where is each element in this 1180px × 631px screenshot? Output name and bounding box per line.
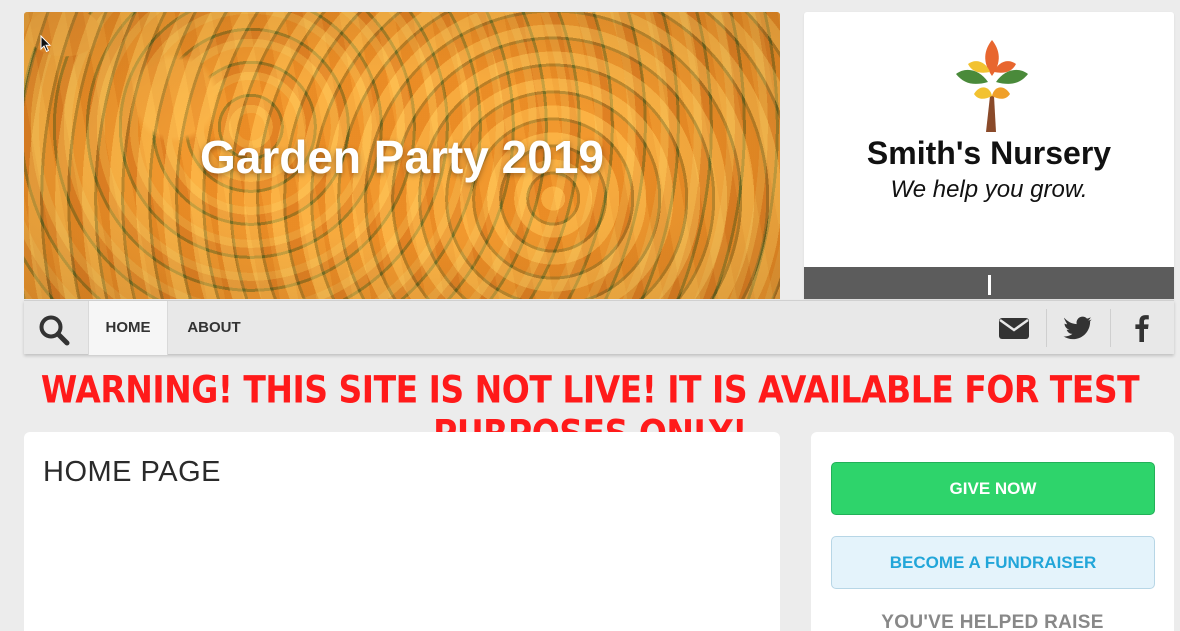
main-content-card: HOME PAGE xyxy=(24,432,780,631)
donation-sidebar: GIVE NOW BECOME A FUNDRAISER YOU'VE HELP… xyxy=(811,432,1174,631)
nav-item-about[interactable]: ABOUT xyxy=(174,301,254,355)
envelope-icon[interactable] xyxy=(998,313,1030,343)
sponsor-tagline: We help you grow. xyxy=(890,176,1088,203)
sponsor-card[interactable]: Smith's Nursery We help you grow. xyxy=(804,12,1174,299)
nav-item-home[interactable]: HOME xyxy=(88,301,168,355)
main-navigation: HOME ABOUT xyxy=(24,300,1174,355)
hero-title: Garden Party 2019 xyxy=(199,131,604,183)
facebook-icon[interactable] xyxy=(1126,313,1158,343)
helped-raise-heading: YOU'VE HELPED RAISE xyxy=(881,612,1104,631)
sponsor-name: Smith's Nursery xyxy=(866,135,1112,171)
become-fundraiser-button[interactable]: BECOME A FUNDRAISER xyxy=(831,536,1155,589)
nursery-tree-logo-icon xyxy=(952,38,1032,138)
sponsor-slider-bar xyxy=(804,267,1174,299)
search-icon[interactable] xyxy=(38,314,70,346)
page-title: HOME PAGE xyxy=(43,456,221,488)
hero-banner: Garden Party 2019 xyxy=(24,12,780,299)
give-now-button[interactable]: GIVE NOW xyxy=(831,462,1155,515)
slider-indicator xyxy=(988,275,991,295)
nav-divider xyxy=(1046,309,1047,347)
twitter-icon[interactable] xyxy=(1062,313,1094,343)
nav-divider xyxy=(1110,309,1111,347)
